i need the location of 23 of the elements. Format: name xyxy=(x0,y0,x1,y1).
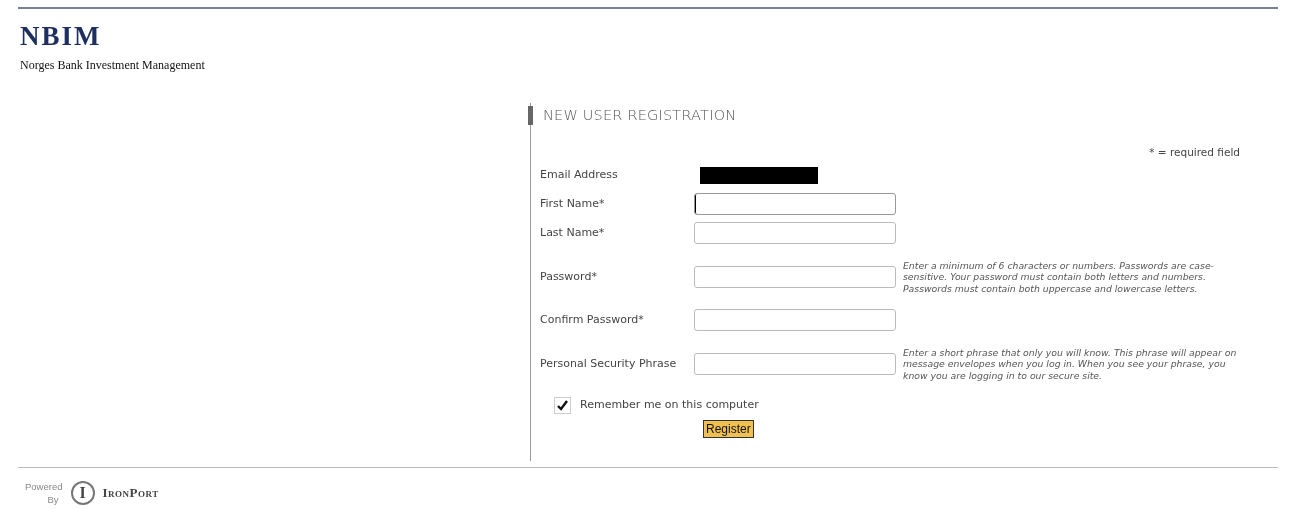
required-note: * = required field xyxy=(1148,145,1241,160)
input-field[interactable] xyxy=(694,309,896,332)
input-field[interactable] xyxy=(694,352,896,375)
brand-logo-icon: I xyxy=(70,481,95,505)
checkbox[interactable] xyxy=(554,396,571,414)
input-field[interactable] xyxy=(694,265,896,288)
logo: NBIM xyxy=(20,23,102,50)
form-title: NEW USER REGISTRATION xyxy=(528,106,737,125)
brand-name: IronPort xyxy=(102,484,159,503)
field-label: Personal Security Phrase xyxy=(539,355,678,372)
input-field[interactable] xyxy=(694,193,896,216)
field-label: First Name* xyxy=(539,196,606,212)
input-field[interactable] xyxy=(694,222,896,245)
hint-text: Enter a short phrase that only you will know. This phrase will appear on message envelopes when you log in. When you see your phrase, you know you are logging in to our secure site. xyxy=(903,346,1238,381)
register-button[interactable]: Register xyxy=(703,419,754,438)
field-label: Password* xyxy=(539,268,598,285)
powered-by-text: Powered By xyxy=(25,482,63,504)
field-label: Email Address xyxy=(539,167,619,183)
field-label: Last Name* xyxy=(539,225,606,241)
checkbox-label: Remember me on this computer xyxy=(580,397,759,413)
hint-text: Enter a minimum of 6 characters or numbers. Passwords are case-sensitive. Your password must contain both letters and numbers. Passwords must contain both uppercase and lowercase letters. xyxy=(903,259,1215,294)
field-label: Confirm Password* xyxy=(539,312,645,328)
logo-subtitle: Norges Bank Investment Management xyxy=(20,59,205,73)
